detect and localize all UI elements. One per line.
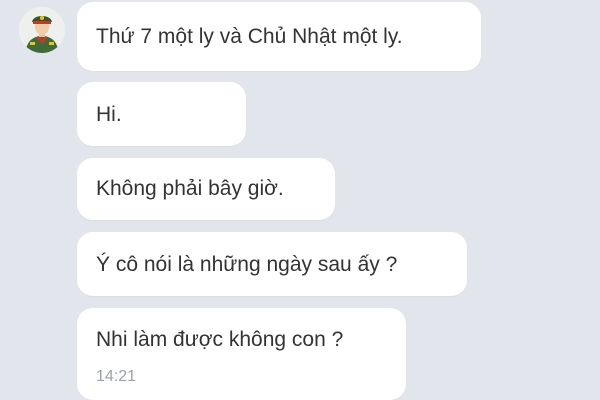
message-bubble[interactable]: Ý cô nói là những ngày sau ấy ? xyxy=(77,232,467,296)
message-bubble[interactable]: Không phải bây giờ. xyxy=(77,158,335,220)
message-text: Nhi làm được không con ? xyxy=(96,328,344,351)
police-officer-avatar-icon xyxy=(19,7,65,53)
message-bubble[interactable]: Hi. xyxy=(77,82,246,146)
message-timestamp: 14:21 xyxy=(96,368,137,385)
message-text: Thứ 7 một ly và Chủ Nhật một ly. xyxy=(96,25,403,48)
message-text: Hi. xyxy=(96,103,122,126)
message-text: Không phải bây giờ. xyxy=(96,177,284,200)
sender-avatar[interactable] xyxy=(19,7,65,53)
message-bubble[interactable]: Thứ 7 một ly và Chủ Nhật một ly. xyxy=(77,2,481,71)
message-bubble[interactable]: Nhi làm được không con ? 14:21 xyxy=(77,308,406,400)
message-text: Ý cô nói là những ngày sau ấy ? xyxy=(96,253,398,276)
